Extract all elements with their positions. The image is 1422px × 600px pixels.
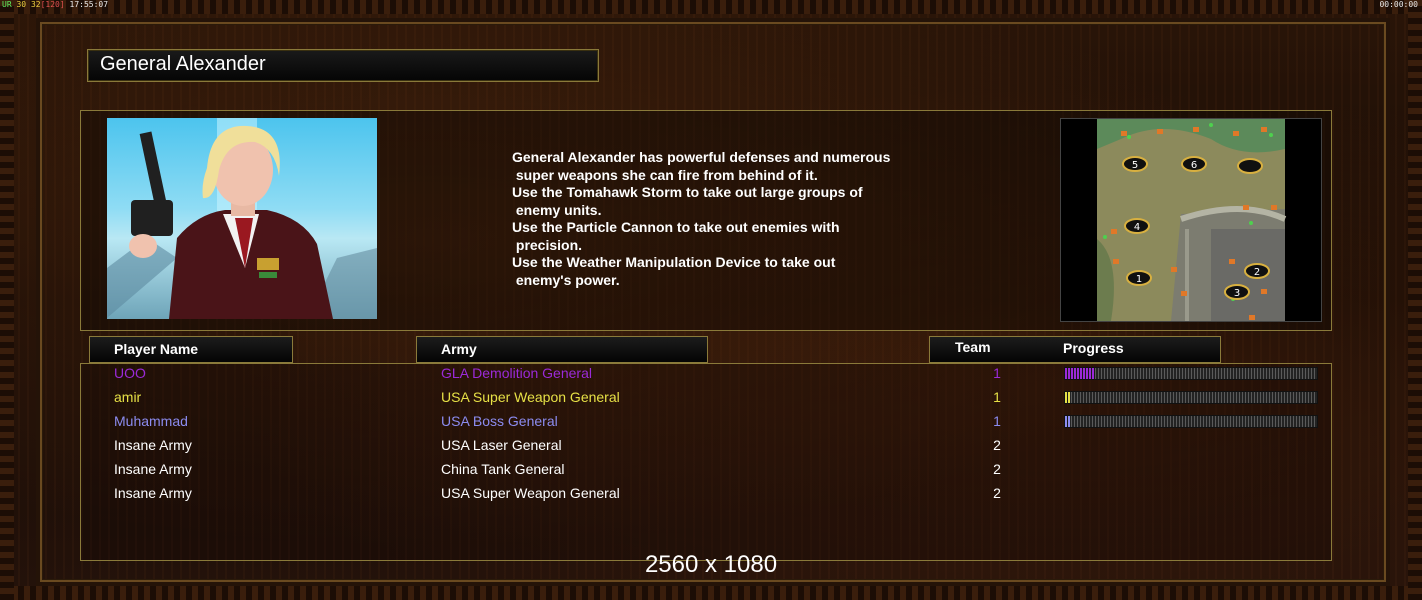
player-name: UOO [114,365,146,381]
hud-fps-target: 32 [30,0,41,9]
description-line: Use the Tomahawk Storm to take out large… [512,184,863,200]
start-slot: 6 [1181,156,1207,172]
player-name: Insane Army [114,461,192,477]
player-team: 2 [993,437,1001,453]
player-army: USA Laser General [441,437,562,453]
player-army: USA Super Weapon General [441,389,620,405]
description-line: Use the Particle Cannon to take out enem… [512,219,840,235]
description-line: enemy units. [512,201,602,218]
hud-fps: 30 [16,0,27,9]
top-border-strip [0,0,1422,14]
header-progress-label: Progress [1063,340,1124,356]
player-name: Insane Army [114,437,192,453]
general-description: General Alexander has powerful defenses … [512,149,962,289]
empty-start-slot [1237,158,1263,174]
loading-progress-bar [1064,367,1318,380]
loading-progress-bar [1064,415,1318,428]
description-line: super weapons she can fire from behind o… [512,166,818,183]
player-team: 1 [993,365,1001,381]
player-row: Insane Army USA Super Weapon General 2 [0,483,1422,507]
player-row: amir USA Super Weapon General 1 [0,387,1422,411]
start-slot: 2 [1244,263,1270,279]
player-row: UOO GLA Demolition General 1 [0,363,1422,387]
player-row: Insane Army USA Laser General 2 [0,435,1422,459]
start-slot: 4 [1124,218,1150,234]
player-row: Muhammad USA Boss General 1 [0,411,1422,435]
description-line: General Alexander has powerful defenses … [512,149,891,165]
player-army: USA Super Weapon General [441,485,620,501]
player-name: amir [114,389,142,405]
player-team: 2 [993,485,1001,501]
start-slot: 1 [1126,270,1152,286]
header-army: Army [416,336,708,363]
header-team-progress: Team Progress [929,336,1221,363]
header-team-label: Team [955,339,991,355]
hud-prefix: UR [2,0,12,9]
slot-number: 3 [1234,288,1240,299]
portrait-image [107,118,377,319]
slot-number: 4 [1134,222,1140,233]
header-player-name: Player Name [89,336,293,363]
header-army-label: Army [441,341,477,357]
player-army: USA Boss General [441,413,558,429]
resolution-label: 2560 x 1080 [644,551,778,578]
player-team: 2 [993,461,1001,477]
hud-stats: UR 30 32[120] 17:55:07 [2,0,108,10]
description-line: enemy's power. [512,271,620,288]
player-team: 1 [993,389,1001,405]
loading-progress-fill [1065,392,1070,403]
loading-progress-fill [1065,416,1070,427]
player-army: GLA Demolition General [441,365,592,381]
player-team: 1 [993,413,1001,429]
loading-progress-fill [1065,368,1095,379]
hud-clock: 00:00:00 [1379,0,1418,9]
start-slot: 5 [1122,156,1148,172]
bottom-border-strip [0,586,1422,600]
slot-number: 2 [1254,267,1260,278]
general-portrait [107,118,377,319]
minimap-image: 5 6 4 1 2 3 [1097,119,1287,321]
header-player-label: Player Name [114,341,199,357]
hud-time: 17:55:07 [69,0,109,9]
left-border-strip [0,0,14,600]
slot-number: 1 [1136,274,1142,285]
right-border-strip [1408,0,1422,600]
general-title-box: General Alexander [87,49,599,82]
player-name: Muhammad [114,413,188,429]
hud-fps-cap: [120] [40,0,65,9]
start-slot: 3 [1224,284,1250,300]
loading-progress-bar [1064,391,1318,404]
player-row: Insane Army China Tank General 2 [0,459,1422,483]
description-line: Use the Weather Manipulation Device to t… [512,254,836,270]
slot-number: 5 [1132,160,1138,171]
slot-number: 6 [1191,160,1197,171]
player-army: China Tank General [441,461,565,477]
map-preview: 5 6 4 1 2 3 [1060,118,1322,322]
description-line: precision. [512,236,583,253]
player-name: Insane Army [114,485,192,501]
general-title: General Alexander [100,53,266,75]
